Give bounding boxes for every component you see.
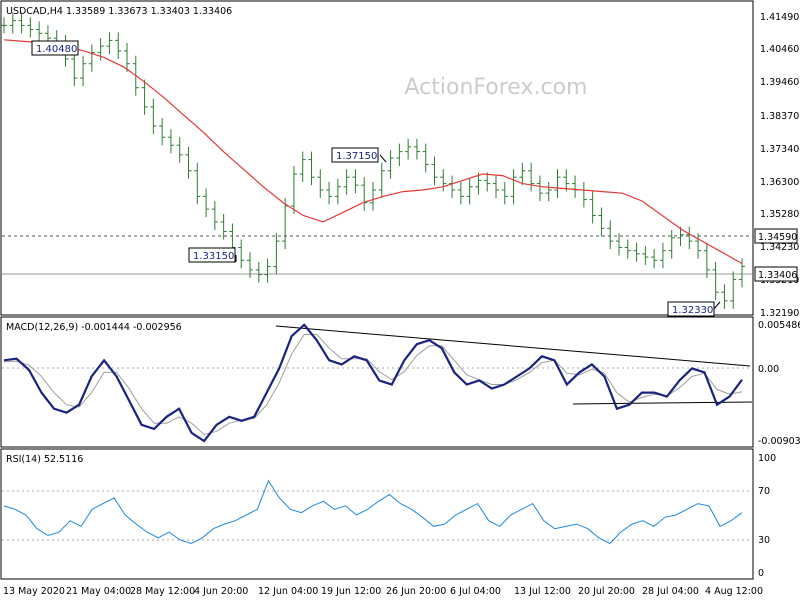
forex-chart: ActionForex.com USDCAD,H4 1.33589 1.3367… bbox=[0, 0, 800, 600]
rsi-y-tick: 100 bbox=[758, 453, 776, 464]
current-price-label: 1.33406 bbox=[758, 270, 797, 281]
price-y-tick: 1.40460 bbox=[760, 44, 799, 55]
macd-y-tick: 0.00 bbox=[758, 364, 779, 375]
x-tick: 4 Jun 20:00 bbox=[194, 586, 248, 597]
x-tick: 4 Aug 12:00 bbox=[705, 586, 763, 597]
x-tick: 28 Jul 04:00 bbox=[642, 586, 699, 597]
x-tick: 13 Jul 12:00 bbox=[514, 586, 571, 597]
annotation-low-label: 1.32330 bbox=[672, 305, 713, 316]
macd-y-tick: 0.005486 bbox=[758, 320, 800, 331]
price-y-tick: 1.35280 bbox=[760, 209, 799, 220]
x-tick: 6 Jul 04:00 bbox=[450, 586, 501, 597]
rsi-y-tick: 0 bbox=[758, 568, 764, 579]
x-tick: 13 May 2020 bbox=[3, 586, 65, 597]
price-y-tick: 1.39460 bbox=[760, 77, 799, 88]
price-y-tick: 1.36300 bbox=[760, 177, 799, 188]
watermark-text: ActionForex.com bbox=[405, 75, 588, 100]
price-y-tick: 1.37340 bbox=[760, 144, 799, 155]
annotation-high-label: 1.40480 bbox=[36, 44, 77, 55]
x-tick: 26 Jun 20:00 bbox=[386, 586, 446, 597]
x-tick: 21 May 04:00 bbox=[66, 586, 131, 597]
x-tick: 19 Jun 12:00 bbox=[321, 586, 381, 597]
chart-background bbox=[0, 0, 800, 600]
price-panel-title: USDCAD,H4 1.33589 1.33673 1.33403 1.3340… bbox=[6, 6, 232, 17]
rsi-y-tick: 30 bbox=[758, 535, 770, 546]
price-y-tick: 1.34230 bbox=[760, 242, 799, 253]
macd-panel-title: MACD(12,26,9) -0.001444 -0.002956 bbox=[6, 322, 182, 333]
x-tick: 28 May 12:00 bbox=[130, 586, 195, 597]
annotation-high-label: 1.37150 bbox=[336, 151, 377, 162]
resistance-level-label: 1.34590 bbox=[758, 232, 797, 243]
price-y-tick: 1.38370 bbox=[760, 111, 799, 122]
x-tick: 12 Jun 04:00 bbox=[258, 586, 318, 597]
annotation-low-label: 1.33150 bbox=[193, 251, 234, 262]
price-y-tick: 1.41490 bbox=[760, 12, 799, 23]
rsi-panel-title: RSI(14) 52.5116 bbox=[6, 454, 83, 465]
macd-y-tick: -0.009034 bbox=[758, 436, 800, 447]
rsi-y-tick: 70 bbox=[758, 486, 770, 497]
x-tick: 20 Jul 20:00 bbox=[578, 586, 635, 597]
price-y-tick: 1.32190 bbox=[760, 308, 799, 319]
